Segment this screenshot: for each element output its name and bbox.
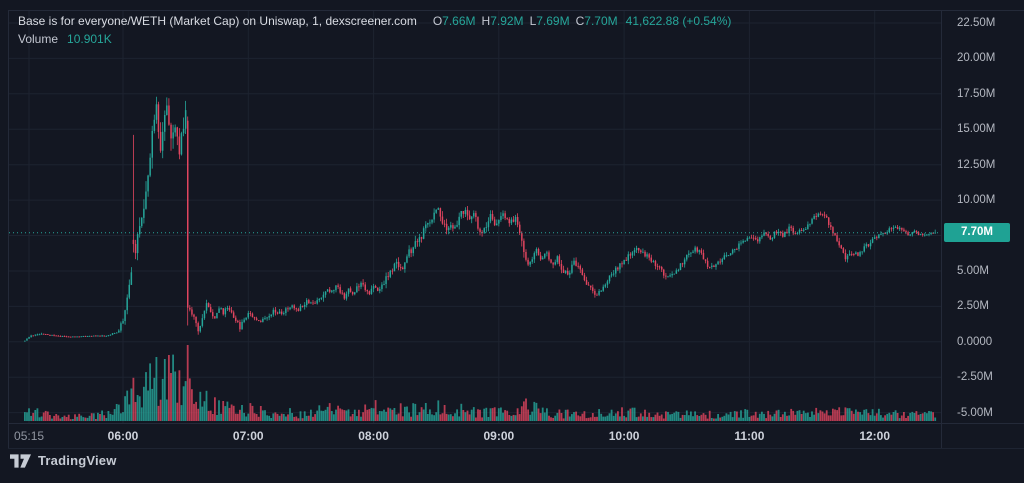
grid-lines	[9, 11, 941, 423]
low-value: 7.69M	[536, 14, 569, 28]
time-axis-label: 10:00	[609, 429, 640, 443]
time-axis-label: 11:00	[734, 429, 764, 443]
close-value: 7.70M	[584, 14, 617, 28]
candles-series	[24, 97, 936, 342]
legend-row-volume: Volume 10.901K	[18, 32, 731, 50]
time-axis-label: 12:00	[859, 429, 890, 443]
price-axis-label: -5.00M	[957, 406, 993, 420]
price-axis-label: 2.50M	[957, 299, 989, 313]
price-axis[interactable]: 7.70M 22.50M 20.00M 17.50M 15.00M 12.50M 10.0…	[941, 10, 1024, 448]
price-axis-label: 15.00M	[957, 122, 995, 136]
time-axis-label: 05:15	[14, 429, 44, 443]
chart-widget: Base is for everyone/WETH (Market Cap) o…	[0, 0, 1024, 483]
volume-label: Volume	[18, 32, 58, 46]
open-label: O	[433, 14, 442, 28]
volume-bars	[24, 345, 936, 421]
tradingview-logo-icon[interactable]	[10, 454, 31, 468]
price-axis-label: 22.50M	[957, 16, 995, 30]
symbol-title: Base is for everyone/WETH (Market Cap) o…	[18, 14, 417, 28]
candlestick-chart[interactable]	[0, 0, 1024, 483]
price-axis-label: 12.50M	[957, 158, 995, 172]
chart-footer: TradingView	[10, 453, 117, 468]
time-axis-label: 06:00	[108, 429, 139, 443]
price-axis-label: 20.00M	[957, 51, 995, 65]
chart-legend: Base is for everyone/WETH (Market Cap) o…	[18, 14, 731, 50]
pane-borders	[8, 10, 1024, 449]
close-label: C	[576, 14, 585, 28]
legend-row-symbol: Base is for everyone/WETH (Market Cap) o…	[18, 14, 731, 32]
open-value: 7.66M	[442, 14, 475, 28]
volume-value: 10.901K	[67, 32, 112, 46]
price-axis-label: 5.00M	[957, 264, 989, 278]
time-axis-label: 07:00	[233, 429, 264, 443]
time-axis[interactable]: 05:15 06:00 07:00 08:00 09:00 10:00 11:00 12:00	[8, 424, 941, 448]
change-value: 41,622.88 (+0.54%)	[626, 14, 732, 28]
high-value: 7.92M	[490, 14, 523, 28]
price-axis-label: 17.50M	[957, 87, 995, 101]
current-price-badge: 7.70M	[944, 223, 1010, 242]
price-axis-label: 0.0000	[957, 335, 992, 349]
price-axis-label: 10.00M	[957, 193, 995, 207]
high-label: H	[482, 14, 491, 28]
price-axis-label: -2.50M	[957, 370, 993, 384]
time-axis-label: 08:00	[358, 429, 389, 443]
time-axis-label: 09:00	[483, 429, 514, 443]
tradingview-brand-text[interactable]: TradingView	[38, 453, 117, 468]
